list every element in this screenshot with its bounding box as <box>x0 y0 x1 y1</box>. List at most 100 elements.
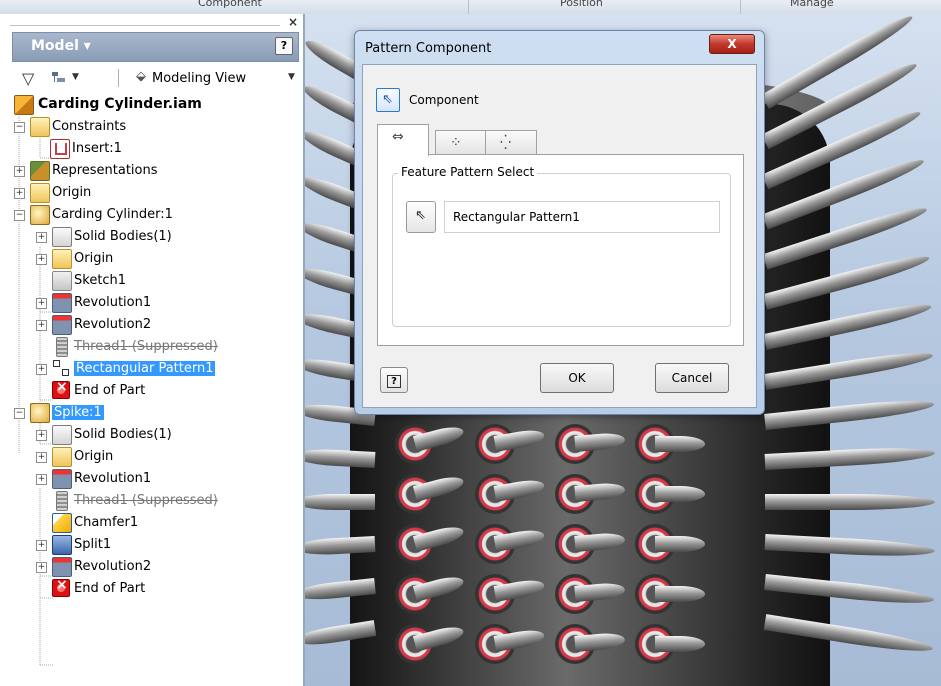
collapse-icon[interactable]: − <box>14 210 25 221</box>
tree-node-sketch[interactable]: Sketch1 <box>36 270 296 292</box>
tree-node-label: Thread1 (Suppressed) <box>74 493 218 508</box>
feature-pattern-select-button[interactable]: ⇖ <box>406 201 436 233</box>
part-icon <box>30 205 50 225</box>
thread-icon <box>56 337 68 357</box>
tree-node-label: Origin <box>52 185 92 200</box>
rectangular-pattern-icon: ⁘ <box>450 135 462 151</box>
tree-node-spike[interactable]: − Spike:1 <box>14 402 294 424</box>
modeling-view-icon: ⬙ <box>136 69 146 84</box>
split-icon <box>52 535 72 555</box>
feature-pattern-field[interactable]: Rectangular Pattern1 <box>444 201 720 233</box>
browser-help-icon[interactable]: ? <box>275 37 293 55</box>
component-select-button[interactable]: ⇖ <box>376 88 400 112</box>
tree-node-label: Representations <box>52 163 158 178</box>
tree-node-solid-bodies[interactable]: + Solid Bodies(1) <box>36 424 296 446</box>
tree-node-revolution[interactable]: + Revolution1 <box>36 468 296 490</box>
expand-icon[interactable]: + <box>14 166 25 177</box>
solid-bodies-icon <box>52 425 72 445</box>
expand-icon[interactable]: + <box>36 452 47 463</box>
expand-icon[interactable]: + <box>36 320 47 331</box>
chamfer-icon <box>52 513 72 533</box>
expand-icon[interactable]: + <box>36 364 47 375</box>
model-browser-title-bar[interactable]: Model ▾ ? <box>12 32 299 62</box>
part-icon <box>30 403 50 423</box>
hierarchy-icon[interactable] <box>52 72 65 84</box>
tree-node-revolution[interactable]: + Revolution1 <box>36 292 296 314</box>
tree-node-label: Rectangular Pattern1 <box>74 361 216 376</box>
expand-icon[interactable]: + <box>36 298 47 309</box>
spike <box>655 636 705 652</box>
assembly-icon <box>14 95 34 115</box>
tab-panel: Feature Pattern Select ⇖ Rectangular Pat… <box>377 154 744 346</box>
tree-node-label: Insert:1 <box>72 141 122 156</box>
solid-bodies-icon <box>52 227 72 247</box>
revolve-icon <box>52 315 72 335</box>
expand-icon[interactable]: + <box>36 232 47 243</box>
tree-node-end-of-part[interactable]: End of Part <box>36 379 296 402</box>
end-of-part-icon <box>52 577 70 597</box>
folder-icon <box>52 447 72 467</box>
tree-node-insert-constraint[interactable]: Insert:1 <box>34 138 294 160</box>
expand-icon[interactable]: + <box>36 474 47 485</box>
ribbon-strip: Component Position Manage <box>0 0 941 15</box>
tree-node-carding-cylinder[interactable]: − Carding Cylinder:1 <box>14 204 294 226</box>
help-icon: ? <box>387 375 401 388</box>
representations-icon <box>30 161 50 181</box>
browser-close-icon[interactable]: × <box>288 15 298 29</box>
tree-node-revolution[interactable]: + Revolution2 <box>36 314 296 336</box>
tree-node-thread[interactable]: Thread1 (Suppressed) <box>36 336 296 358</box>
tree-node-chamfer[interactable]: Chamfer1 <box>36 512 296 534</box>
tree-node-origin[interactable]: + Origin <box>36 446 296 468</box>
chevron-down-icon[interactable]: ▼ <box>72 72 79 82</box>
spike <box>305 447 376 468</box>
tree-node-thread[interactable]: Thread1 (Suppressed) <box>36 490 296 512</box>
ribbon-panel-position[interactable]: Position <box>560 0 603 9</box>
filter-icon[interactable]: ▽ <box>22 69 34 88</box>
expand-icon[interactable]: + <box>36 430 47 441</box>
ribbon-panel-component[interactable]: Component <box>198 0 262 9</box>
help-button[interactable]: ? <box>380 367 408 393</box>
tree-node-split[interactable]: + Split1 <box>36 534 296 556</box>
model-title[interactable]: Model ▾ <box>31 38 91 54</box>
spike <box>765 494 935 510</box>
cancel-button[interactable]: Cancel <box>655 363 729 393</box>
expand-icon[interactable]: + <box>36 254 47 265</box>
tree-node-label: Chamfer1 <box>74 515 139 530</box>
tree-node-label: Revolution1 <box>74 471 152 486</box>
tree-node-origin[interactable]: + Origin <box>14 182 294 204</box>
component-label: Component <box>409 93 479 107</box>
tab-associative[interactable]: ⇔ <box>377 124 429 156</box>
tree-node-revolution[interactable]: + Revolution2 <box>36 556 296 578</box>
ok-button[interactable]: OK <box>540 363 614 393</box>
tree-node-label: Origin <box>74 449 114 464</box>
tree-node-label: Sketch1 <box>74 273 127 288</box>
tree-node-solid-bodies[interactable]: + Solid Bodies(1) <box>36 226 296 248</box>
ribbon-panel-manage[interactable]: Manage <box>790 0 834 9</box>
tree-node-representations[interactable]: + Representations <box>14 160 294 182</box>
tree-node-label: Revolution2 <box>74 559 152 574</box>
select-arrow-icon: ⇖ <box>382 92 393 107</box>
expand-icon[interactable]: + <box>14 188 25 199</box>
folder-icon <box>52 249 72 269</box>
close-button[interactable]: X <box>709 34 755 54</box>
spike <box>655 436 705 452</box>
folder-icon <box>30 183 50 203</box>
tree-node-rectangular-pattern[interactable]: + Rectangular Pattern1 <box>36 358 296 380</box>
expand-icon[interactable]: + <box>36 562 47 573</box>
expand-icon[interactable]: + <box>36 540 47 551</box>
tree-node-label: Spike:1 <box>52 405 104 420</box>
tab-circular[interactable]: ⁛ <box>485 130 537 155</box>
modeling-view-label[interactable]: Modeling View <box>152 71 246 86</box>
tab-rectangular[interactable]: ⁘ <box>435 130 487 155</box>
tree-node-constraints[interactable]: − Constraints <box>14 116 294 138</box>
spike <box>305 494 375 510</box>
collapse-icon[interactable]: − <box>14 122 25 133</box>
chevron-down-icon[interactable]: ▼ <box>288 72 295 82</box>
circular-pattern-icon: ⁛ <box>500 135 512 151</box>
tree-node-label: Solid Bodies(1) <box>74 427 172 442</box>
spike <box>655 586 705 602</box>
associative-pattern-icon: ⇔ <box>392 129 404 145</box>
collapse-icon[interactable]: − <box>14 408 25 419</box>
tree-node-end-of-part[interactable]: End of Part <box>36 577 296 600</box>
tree-node-origin[interactable]: + Origin <box>36 248 296 270</box>
